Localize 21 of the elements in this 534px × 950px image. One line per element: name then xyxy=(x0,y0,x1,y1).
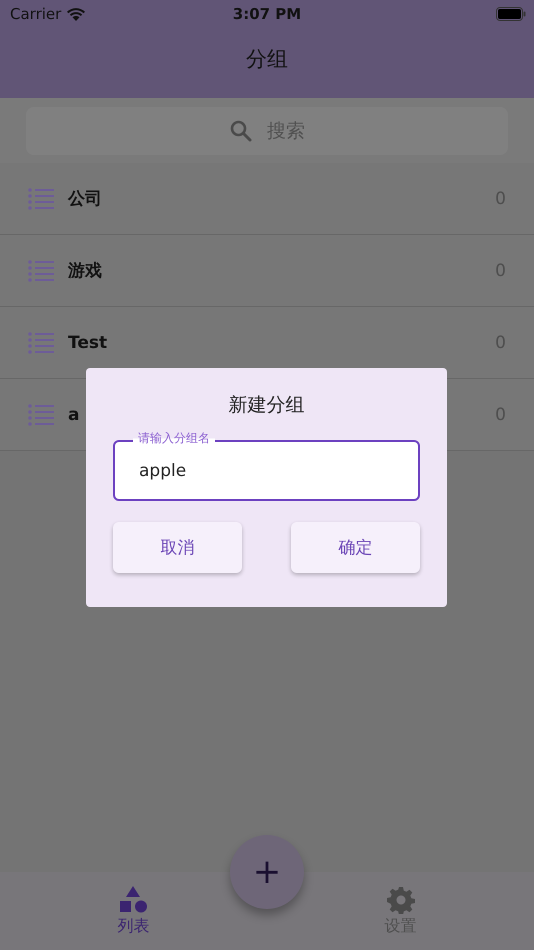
add-button[interactable]: + xyxy=(230,835,304,909)
list-icon xyxy=(28,188,54,210)
group-name: 公司 xyxy=(68,188,103,210)
search-icon xyxy=(229,119,253,143)
clock-time: 3:07 PM xyxy=(232,5,302,23)
battery-icon xyxy=(496,7,526,21)
wifi-icon xyxy=(66,6,86,22)
list-icon xyxy=(28,404,54,426)
dialog-title: 新建分组 xyxy=(228,393,306,418)
group-name: Test xyxy=(68,332,108,352)
list-icon xyxy=(28,260,54,282)
page-title: 分组 xyxy=(246,46,288,73)
shapes-icon xyxy=(120,886,148,914)
group-name: 游戏 xyxy=(68,260,103,282)
settings-icon xyxy=(386,886,414,914)
field-label: 请输入分组名 xyxy=(133,430,215,447)
list-icon xyxy=(28,332,54,354)
nav-tab[interactable]: 列表 xyxy=(98,872,170,950)
carrier-name: Carrier xyxy=(10,5,62,23)
dialog-button[interactable]: 确定 xyxy=(291,522,420,573)
dialog-button[interactable]: 取消 xyxy=(113,522,242,573)
